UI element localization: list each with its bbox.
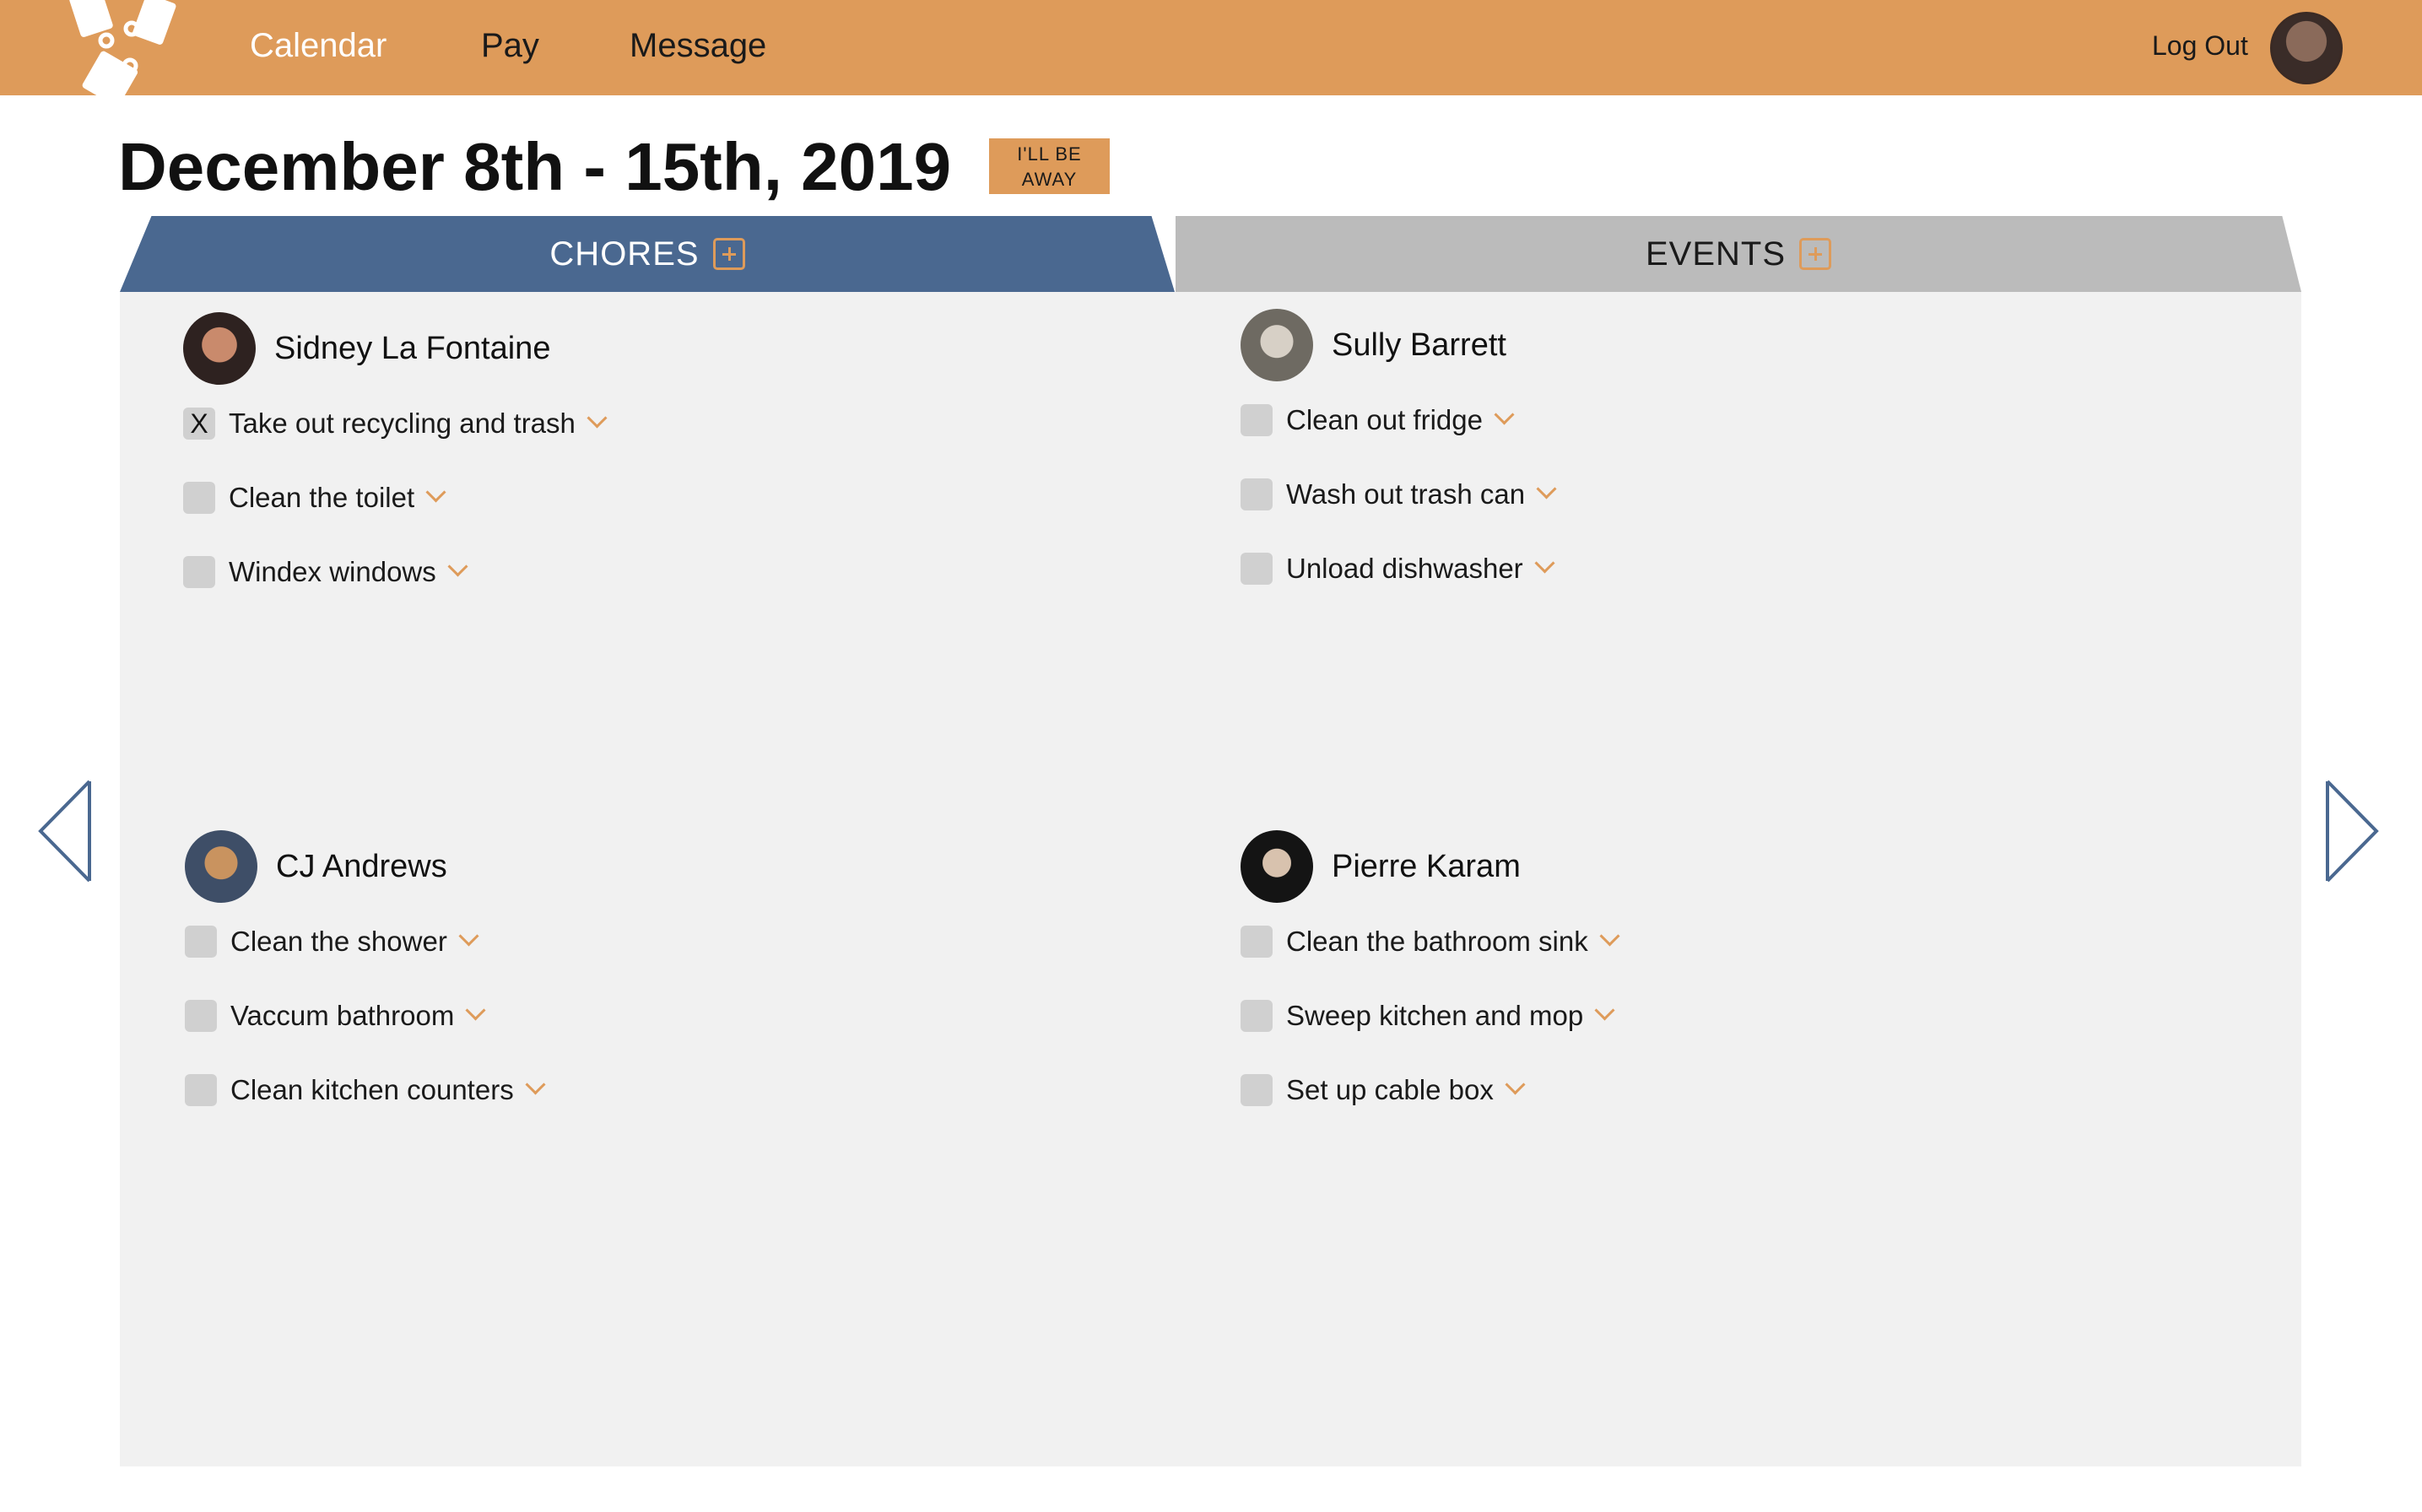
chevron-down-icon[interactable] xyxy=(448,559,467,578)
chevron-down-icon[interactable] xyxy=(466,1003,484,1022)
chore-checkbox[interactable] xyxy=(185,1074,217,1106)
person-header: Pierre Karam xyxy=(1241,829,1619,904)
logout-link[interactable]: Log Out xyxy=(2152,24,2248,68)
chore-checkbox[interactable] xyxy=(1241,553,1273,585)
chores-panel: Sidney La Fontaine X Take out recycling … xyxy=(120,292,2301,1466)
person-card: CJ Andrews Clean the shower Vaccum bathr… xyxy=(185,829,544,1127)
chore-label: Clean out fridge xyxy=(1286,404,1483,435)
chevron-down-icon[interactable] xyxy=(1537,482,1555,500)
chore-checkbox[interactable] xyxy=(1241,926,1273,958)
chore-label: Vaccum bathroom xyxy=(230,1000,455,1031)
chore-label: Clean the bathroom sink xyxy=(1286,926,1588,957)
avatar xyxy=(185,830,257,903)
chore-item[interactable]: Sweep kitchen and mop xyxy=(1241,979,1619,1053)
avatar xyxy=(1241,830,1313,903)
chore-checkbox[interactable]: X xyxy=(183,408,215,440)
chevron-down-icon[interactable] xyxy=(459,929,478,948)
chevron-down-icon[interactable] xyxy=(1595,1003,1614,1022)
chore-item[interactable]: Clean the toilet xyxy=(183,461,606,535)
chevron-down-icon[interactable] xyxy=(1506,1077,1524,1096)
user-avatar[interactable] xyxy=(2270,12,2343,84)
chore-label: Windex windows xyxy=(229,556,436,587)
chore-label: Clean kitchen counters xyxy=(230,1074,514,1105)
chore-checkbox[interactable] xyxy=(183,482,215,514)
away-button-line1: I'LL BE xyxy=(1017,143,1082,165)
add-event-plus-icon[interactable] xyxy=(1799,238,1832,270)
nav-pay-link[interactable]: Pay xyxy=(481,22,539,69)
house-logo-icon[interactable] xyxy=(68,0,186,95)
chevron-down-icon[interactable] xyxy=(526,1077,544,1096)
person-header: CJ Andrews xyxy=(185,829,544,904)
chore-checkbox[interactable] xyxy=(185,926,217,958)
chore-item[interactable]: Set up cable box xyxy=(1241,1053,1619,1127)
chore-item[interactable]: Unload dishwasher xyxy=(1241,532,1555,606)
chore-checkbox[interactable] xyxy=(1241,1074,1273,1106)
nav-message-link[interactable]: Message xyxy=(630,22,766,69)
top-nav-bar: Calendar Pay Message Log Out xyxy=(0,0,2422,95)
person-name: CJ Andrews xyxy=(276,848,447,884)
person-name: Sully Barrett xyxy=(1332,327,1506,363)
chevron-right-icon[interactable] xyxy=(2322,776,2381,886)
chore-item[interactable]: Clean out fridge xyxy=(1241,383,1555,457)
chore-item[interactable]: Clean the bathroom sink xyxy=(1241,904,1619,979)
chore-item[interactable]: Windex windows xyxy=(183,535,606,609)
person-name: Pierre Karam xyxy=(1332,848,1521,884)
chore-item[interactable]: Wash out trash can xyxy=(1241,457,1555,532)
person-header: Sidney La Fontaine xyxy=(183,310,606,386)
chore-label: Clean the shower xyxy=(230,926,447,957)
tab-events-label: EVENTS xyxy=(1645,235,1787,273)
chore-label: Sweep kitchen and mop xyxy=(1286,1000,1584,1031)
chevron-down-icon[interactable] xyxy=(587,411,606,429)
away-button[interactable]: I'LL BE AWAY xyxy=(989,138,1110,194)
chevron-down-icon[interactable] xyxy=(1495,408,1513,426)
chore-label: Wash out trash can xyxy=(1286,478,1526,510)
away-button-line2: AWAY xyxy=(1021,169,1078,190)
tab-chores-label: CHORES xyxy=(549,235,700,273)
person-name: Sidney La Fontaine xyxy=(274,330,551,366)
avatar xyxy=(1241,309,1313,381)
chore-item[interactable]: Clean kitchen counters xyxy=(185,1053,544,1127)
chore-checkbox[interactable] xyxy=(185,1000,217,1032)
chore-label: Take out recycling and trash xyxy=(229,408,576,439)
page-title: December 8th - 15th, 2019 xyxy=(118,129,952,204)
tab-events[interactable]: EVENTS xyxy=(1176,216,2301,292)
person-card: Pierre Karam Clean the bathroom sink Swe… xyxy=(1241,829,1619,1127)
tab-chores[interactable]: CHORES xyxy=(120,216,1175,292)
nav-calendar-link[interactable]: Calendar xyxy=(250,22,387,69)
chore-label: Clean the toilet xyxy=(229,482,415,513)
chevron-down-icon[interactable] xyxy=(1535,556,1554,575)
person-card: Sidney La Fontaine X Take out recycling … xyxy=(183,310,606,609)
chore-label: Unload dishwasher xyxy=(1286,553,1523,584)
chore-checkbox[interactable] xyxy=(1241,478,1273,510)
chore-item[interactable]: Vaccum bathroom xyxy=(185,979,544,1053)
chevron-down-icon[interactable] xyxy=(1600,929,1619,948)
chore-checkbox[interactable] xyxy=(1241,1000,1273,1032)
add-chore-plus-icon[interactable] xyxy=(712,238,745,270)
chevron-left-icon[interactable] xyxy=(35,776,95,886)
person-header: Sully Barrett xyxy=(1241,307,1555,383)
person-card: Sully Barrett Clean out fridge Wash out … xyxy=(1241,307,1555,606)
chore-item[interactable]: X Take out recycling and trash xyxy=(183,386,606,461)
chore-checkbox[interactable] xyxy=(183,556,215,588)
chore-checkbox[interactable] xyxy=(1241,404,1273,436)
chore-label: Set up cable box xyxy=(1286,1074,1494,1105)
avatar xyxy=(183,312,256,385)
chevron-down-icon[interactable] xyxy=(426,485,445,504)
chore-item[interactable]: Clean the shower xyxy=(185,904,544,979)
